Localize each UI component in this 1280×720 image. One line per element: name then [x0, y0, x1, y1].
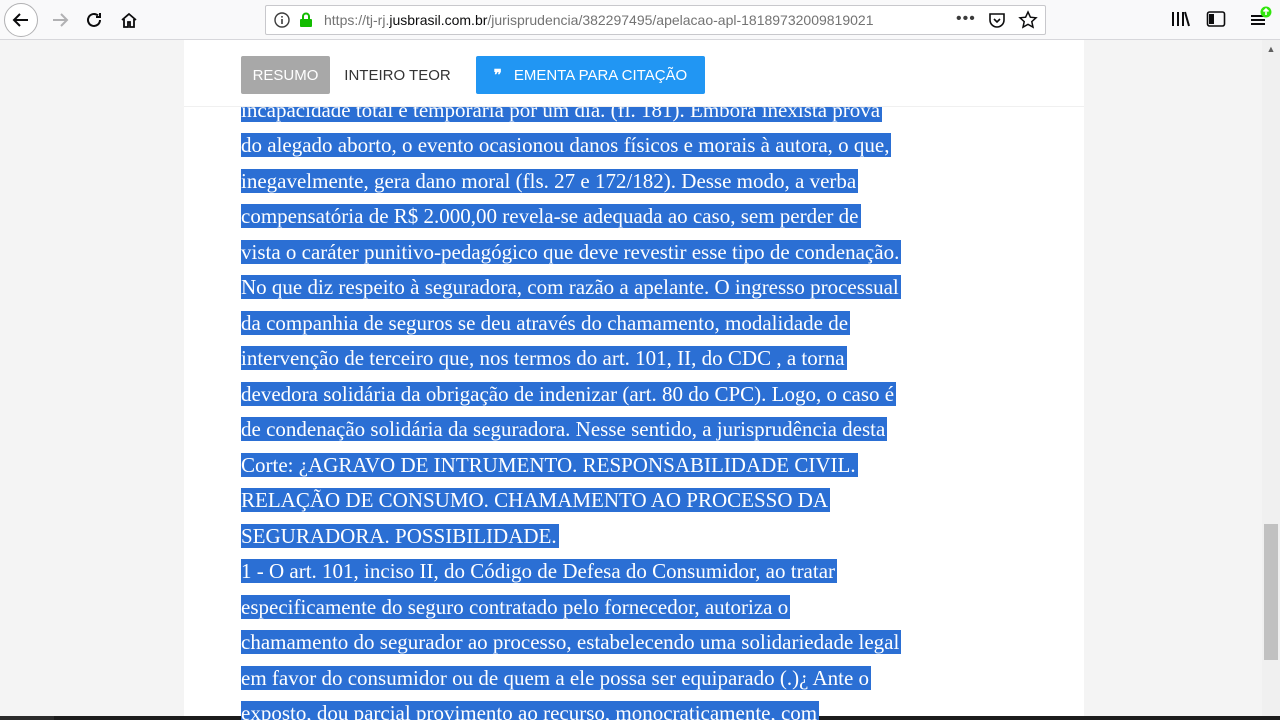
- tab-resumo[interactable]: RESUMO: [241, 56, 330, 94]
- text-line: da companhia de seguros se deu através d…: [241, 311, 851, 335]
- text-line: devedora solidária da obrigação de inden…: [241, 382, 897, 406]
- text-line: SEGURADORA. POSSIBILIDADE.: [241, 524, 559, 548]
- text-line: exposto, dou parcial provimento ao recur…: [241, 700, 820, 720]
- reload-icon: [87, 12, 101, 27]
- text-line: em favor do consumidor ou de quem a ele …: [241, 666, 872, 690]
- url-text[interactable]: https://tj-rj.jusbrasil.com.br/jurisprud…: [324, 12, 924, 28]
- quote-icon: ❞: [493, 67, 502, 84]
- reload-button[interactable]: [78, 4, 110, 36]
- lock-icon[interactable]: [299, 12, 313, 33]
- page-actions-menu[interactable]: •••: [956, 10, 976, 28]
- text-line: compensatória de R$ 2.000,00 revela-se a…: [241, 204, 861, 228]
- home-button[interactable]: [113, 4, 145, 36]
- selected-text[interactable]: incapacidade total e temporária por um d…: [241, 40, 1041, 720]
- text-line: vista o caráter punitivo-pedagógico que …: [241, 240, 902, 264]
- text-line: intervenção de terceiro que, nos termos …: [241, 346, 847, 370]
- back-button[interactable]: [4, 3, 38, 37]
- text-line: No que diz respeito à seguradora, com ra…: [241, 275, 901, 299]
- url-path: /jurisprudencia/382297495/apelacao-apl-1…: [487, 12, 874, 28]
- text-line: de condenação solidária da seguradora. N…: [241, 417, 888, 441]
- arrow-left-icon: [12, 13, 28, 27]
- tab-inteiro-teor[interactable]: INTEIRO TEOR: [341, 56, 454, 94]
- text-line: inegavelmente, gera dano moral (fls. 27 …: [241, 169, 859, 193]
- document-tabs: RESUMO INTEIRO TEOR ❞ EMENTA PARA CITAÇÃ…: [184, 40, 1084, 107]
- text-line: do alegado aborto, o evento ocasionou da…: [241, 133, 892, 157]
- document-panel: RESUMO INTEIRO TEOR ❞ EMENTA PARA CITAÇÃ…: [184, 40, 1084, 720]
- bookmark-star-icon[interactable]: [1018, 10, 1038, 35]
- text-line: chamamento do segurador ao processo, est…: [241, 630, 902, 654]
- pocket-icon[interactable]: [988, 11, 1006, 34]
- url-prefix: https://tj-rj.: [324, 12, 390, 28]
- text-line: Corte: ¿AGRAVO DE INTRUMENTO. RESPONSABI…: [241, 453, 858, 477]
- page-scrollbar[interactable]: ▲: [1262, 40, 1280, 720]
- taskbar-accent: [0, 716, 54, 720]
- text-line: RELAÇÃO DE CONSUMO. CHAMAMENTO AO PROCES…: [241, 488, 831, 512]
- text-line: 1 - O art. 101, inciso II, do Código de …: [241, 559, 838, 583]
- text-line: especificamente do seguro contratado pel…: [241, 595, 791, 619]
- url-domain: jusbrasil.com.br: [389, 12, 488, 28]
- scroll-up-arrow-icon[interactable]: ▲: [1262, 40, 1280, 57]
- arrow-right-icon: [53, 13, 69, 27]
- home-icon: [121, 12, 137, 28]
- web-page: RESUMO INTEIRO TEOR ❞ EMENTA PARA CITAÇÃ…: [0, 40, 1262, 720]
- tab-ementa-label: EMENTA PARA CITAÇÃO: [513, 66, 688, 84]
- tab-ementa-para-citacao[interactable]: ❞ EMENTA PARA CITAÇÃO: [476, 56, 705, 94]
- library-icon[interactable]: [1171, 10, 1191, 33]
- info-icon[interactable]: [274, 12, 290, 33]
- browser-toolbar: https://tj-rj.jusbrasil.com.br/jurisprud…: [0, 0, 1280, 40]
- menu-icon[interactable]: [1250, 6, 1274, 35]
- url-bar[interactable]: https://tj-rj.jusbrasil.com.br/jurisprud…: [265, 5, 1046, 35]
- scroll-thumb[interactable]: [1264, 524, 1278, 660]
- forward-button[interactable]: [44, 4, 76, 36]
- sidebar-icon[interactable]: [1206, 10, 1226, 33]
